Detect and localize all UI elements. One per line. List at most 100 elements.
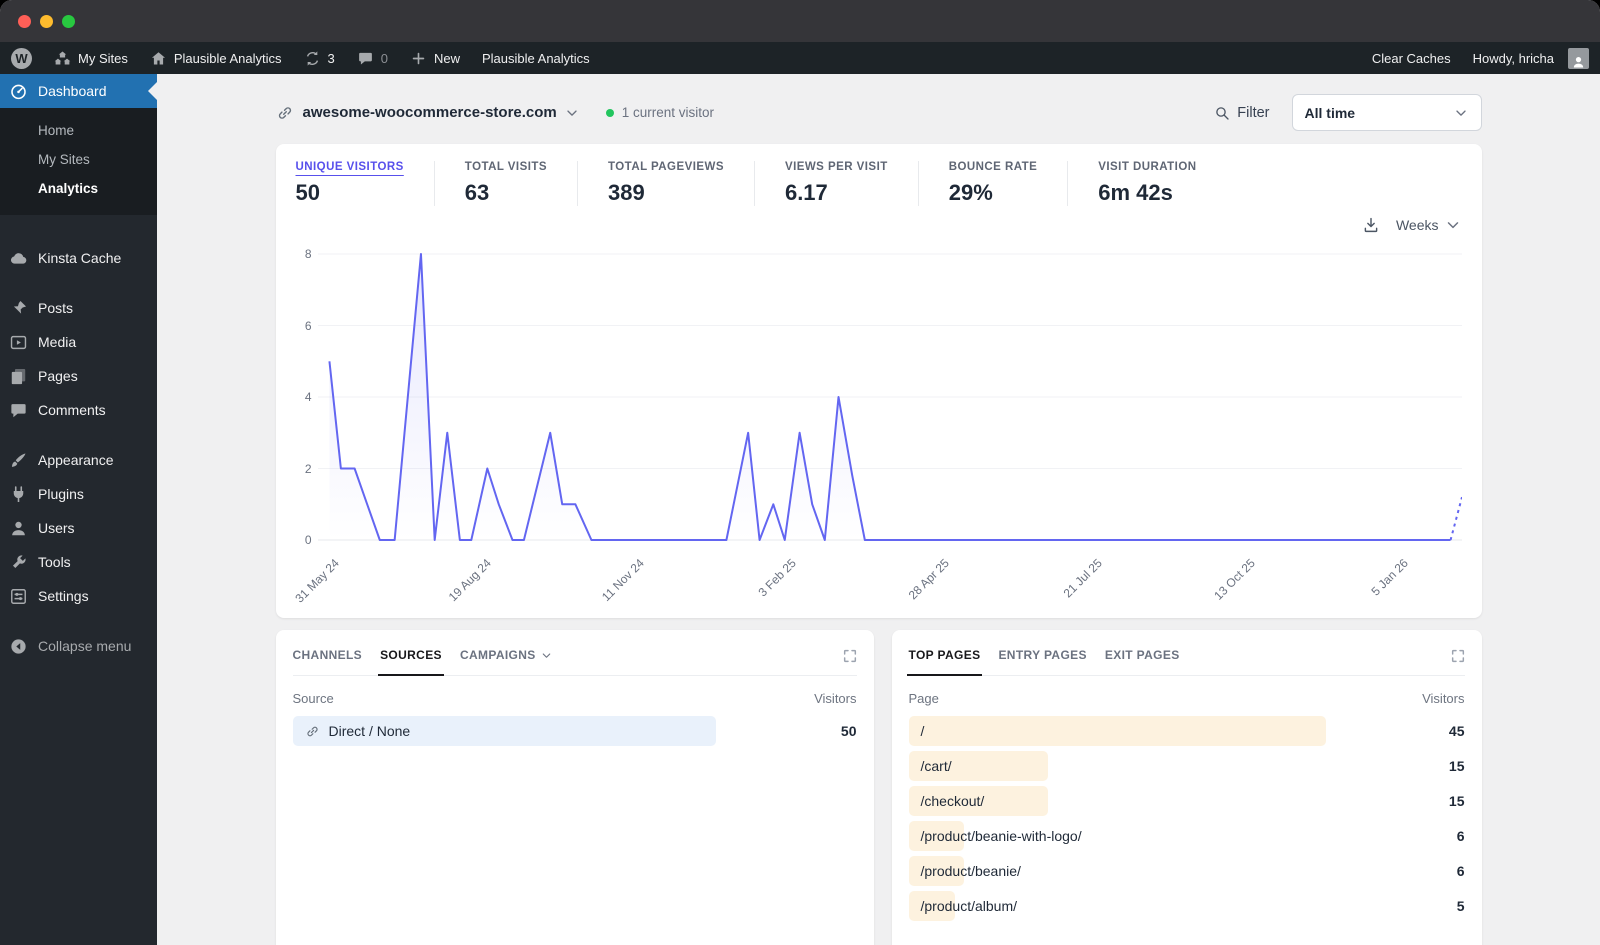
row-value: 6 — [1456, 828, 1465, 844]
chart-controls: Weeks — [296, 212, 1462, 238]
stat-value: 50 — [295, 180, 320, 205]
expand-icon[interactable] — [842, 648, 858, 664]
table-row[interactable]: /cart/ 15 — [908, 751, 1465, 781]
tab-top-pages[interactable]: TOP PAGES — [906, 648, 983, 676]
row-bar — [908, 716, 1326, 746]
table-row[interactable]: /checkout/ 15 — [908, 786, 1465, 816]
wp-logo-menu[interactable]: W — [0, 42, 43, 74]
stat-label: BOUNCE RATE — [948, 161, 1038, 173]
site-selector[interactable]: awesome-woocommerce-store.com — [303, 104, 557, 121]
stat-label: UNIQUE VISITORS — [295, 161, 404, 173]
y-tick-label: 0 — [304, 533, 312, 547]
table-row[interactable]: Direct / None 50 — [292, 716, 857, 746]
window-minimize-button[interactable] — [40, 14, 53, 28]
link-icon — [305, 724, 320, 739]
chevron-down-icon — [1444, 216, 1462, 234]
sidebar-item-dashboard[interactable]: Dashboard — [0, 74, 157, 108]
sidebar-item-plugins[interactable]: Plugins — [0, 477, 157, 511]
sidebar-item-users[interactable]: Users — [0, 511, 157, 545]
account-menu[interactable]: Howdy, hricha — [1462, 42, 1600, 74]
stats-card: UNIQUE VISITORS 50 TOTAL VISITS 63 TOTAL… — [275, 144, 1482, 618]
comments-button[interactable]: 0 — [346, 42, 399, 74]
dashboard-icon — [9, 82, 28, 101]
download-icon[interactable] — [1362, 216, 1380, 234]
stat-visit-duration[interactable]: VISIT DURATION 6m 42s — [1067, 161, 1226, 206]
table-row[interactable]: /product/beanie-with-logo/ 6 — [908, 821, 1465, 851]
interval-select[interactable]: Weeks — [1396, 216, 1462, 234]
howdy-label: Howdy, hricha — [1472, 50, 1554, 66]
x-tick-label: 11 Nov 24 — [598, 556, 647, 604]
stat-views-per-visit[interactable]: VIEWS PER VISIT 6.17 — [753, 161, 918, 206]
table-row[interactable]: /product/album/ 5 — [908, 891, 1465, 921]
updates-button[interactable]: 3 — [293, 42, 346, 74]
window-close-button[interactable] — [18, 14, 31, 28]
main-content: awesome-woocommerce-store.com 1 current … — [157, 74, 1600, 945]
sidebar-subitem-home[interactable]: Home — [0, 116, 157, 145]
clear-caches-label: Clear Caches — [1371, 50, 1451, 66]
expand-icon[interactable] — [1450, 648, 1466, 664]
tab-sources[interactable]: SOURCES — [378, 648, 444, 676]
chart-y-axis: 0 2 4 6 8 — [296, 246, 318, 547]
clear-caches-button[interactable]: Clear Caches — [1361, 42, 1462, 74]
collapse-icon — [9, 637, 28, 656]
sidebar-item-posts[interactable]: Posts — [0, 291, 157, 325]
row-value: 45 — [1448, 723, 1465, 739]
column-header-visitors: Visitors — [1422, 691, 1465, 706]
tab-campaigns[interactable]: CAMPAIGNS — [460, 648, 553, 662]
pages-icon — [9, 367, 28, 386]
site-name-menu[interactable]: Plausible Analytics — [139, 42, 293, 74]
row-label: /checkout/ — [920, 793, 985, 809]
window-zoom-button[interactable] — [62, 14, 75, 28]
x-tick-label: 13 Oct 25 — [1211, 556, 1258, 603]
table-row[interactable]: / 45 — [908, 716, 1465, 746]
date-range-select[interactable]: All time — [1291, 94, 1482, 131]
stat-unique-visitors[interactable]: UNIQUE VISITORS 50 — [296, 161, 434, 206]
new-label: New — [433, 50, 460, 66]
stat-label: TOTAL VISITS — [464, 161, 547, 173]
my-sites-menu[interactable]: My Sites — [43, 42, 139, 74]
sidebar-item-media[interactable]: Media — [0, 325, 157, 359]
sidebar-item-collapse-menu[interactable]: Collapse menu — [0, 629, 157, 663]
stat-label: TOTAL PAGEVIEWS — [608, 161, 724, 173]
dashboard-label: Dashboard — [38, 83, 107, 99]
filter-button[interactable]: Filter — [1214, 104, 1270, 121]
chart-plot[interactable] — [318, 246, 1462, 546]
tab-channels[interactable]: CHANNELS — [293, 648, 363, 662]
y-tick-label: 6 — [304, 318, 312, 333]
sidebar: Dashboard Home My Sites Analytics Kinsta… — [0, 74, 157, 945]
tab-exit-pages[interactable]: EXIT PAGES — [1105, 648, 1180, 662]
pages-panel: TOP PAGES ENTRY PAGES EXIT PAGES Page Visi… — [891, 630, 1482, 945]
x-tick-label: 3 Feb 25 — [755, 556, 799, 600]
row-value: 15 — [1448, 758, 1465, 774]
sidebar-item-pages[interactable]: Pages — [0, 359, 157, 393]
sidebar-subitem-analytics[interactable]: Analytics — [0, 174, 157, 203]
stat-bounce-rate[interactable]: BOUNCE RATE 29% — [917, 161, 1068, 206]
stat-total-visits[interactable]: TOTAL VISITS 63 — [433, 161, 577, 206]
interval-label: Weeks — [1395, 217, 1439, 233]
sidebar-item-appearance[interactable]: Appearance — [0, 443, 157, 477]
sidebar-item-comments[interactable]: Comments — [0, 393, 157, 427]
new-content-button[interactable]: New — [399, 42, 471, 74]
plausible-analytics-menu[interactable]: Plausible Analytics — [471, 42, 601, 74]
chevron-down-icon[interactable] — [564, 105, 580, 121]
network-icon — [54, 50, 71, 67]
wp-admin-bar: W My Sites Plausible Analytics 3 0 New P… — [0, 42, 1600, 74]
filter-label: Filter — [1237, 104, 1270, 121]
analytics-header: awesome-woocommerce-store.com 1 current … — [276, 94, 1482, 131]
sidebar-subitem-my-sites[interactable]: My Sites — [0, 145, 157, 174]
updates-count: 3 — [327, 50, 335, 66]
sidebar-item-settings[interactable]: Settings — [0, 579, 157, 613]
sidebar-item-kinsta-cache[interactable]: Kinsta Cache — [0, 241, 157, 275]
sidebar-item-tools[interactable]: Tools — [0, 545, 157, 579]
stat-total-pageviews[interactable]: TOTAL PAGEVIEWS 389 — [577, 161, 754, 206]
stat-value: 6m 42s — [1098, 180, 1173, 205]
visitors-chart: 0 2 4 6 8 — [296, 246, 1462, 547]
x-tick-label: 19 Aug 24 — [445, 556, 495, 605]
tools-icon — [9, 553, 28, 572]
table-row[interactable]: /product/beanie/ 6 — [908, 856, 1465, 886]
active-menu-arrow — [148, 82, 157, 100]
media-icon — [9, 333, 28, 352]
avatar — [1568, 47, 1589, 69]
wordpress-logo-icon: W — [11, 47, 32, 69]
tab-entry-pages[interactable]: ENTRY PAGES — [998, 648, 1086, 662]
